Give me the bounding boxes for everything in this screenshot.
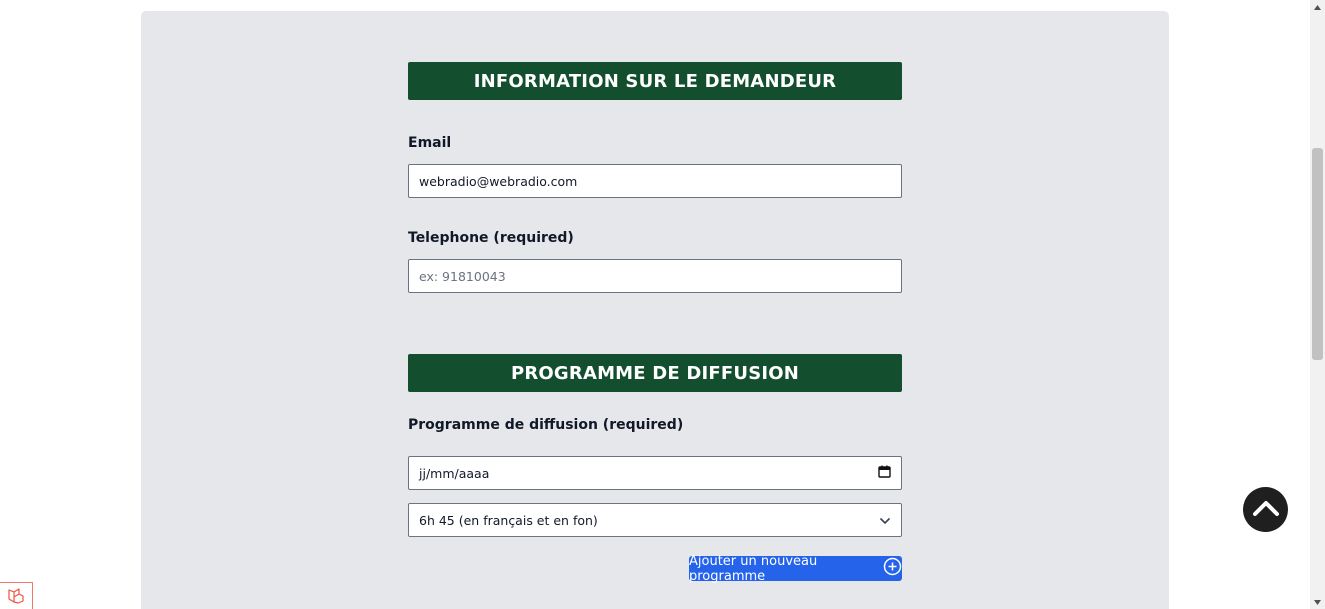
program-label: Programme de diffusion (required): [408, 417, 684, 433]
telephone-label: Telephone (required): [408, 230, 574, 246]
program-date-input[interactable]: jj/mm/aaaa: [408, 456, 902, 490]
date-placeholder: jj/mm/aaaa: [419, 465, 490, 481]
page: INFORMATION SUR LE DEMANDEUR Email Telep…: [0, 0, 1325, 609]
page-scrollbar[interactable]: [1310, 0, 1325, 609]
scrollbar-thumb[interactable]: [1312, 148, 1323, 360]
section-title-program: PROGRAMME DE DIFFUSION: [408, 354, 902, 392]
add-program-label: Ajouter un nouveau programme: [689, 553, 818, 584]
section-title-applicant: INFORMATION SUR LE DEMANDEUR: [408, 62, 902, 100]
scroll-to-top-button[interactable]: [1243, 487, 1288, 532]
plus-circle-icon: [883, 557, 902, 580]
email-label: Email: [408, 135, 452, 151]
program-time-select[interactable]: 6h 45 (en français et en fon): [408, 503, 902, 537]
laravel-logo-icon[interactable]: [0, 582, 33, 609]
scroll-up-arrow-icon[interactable]: [1310, 0, 1325, 14]
chevron-down-icon: [879, 513, 891, 528]
chevron-up-icon: [1252, 499, 1280, 521]
scroll-down-arrow-icon[interactable]: [1310, 595, 1325, 609]
telephone-field[interactable]: [408, 259, 902, 293]
email-field[interactable]: [408, 164, 902, 198]
program-time-value: 6h 45 (en français et en fon): [419, 512, 598, 528]
calendar-icon[interactable]: [878, 465, 891, 481]
add-program-button[interactable]: Ajouter un nouveau programme: [689, 553, 902, 584]
